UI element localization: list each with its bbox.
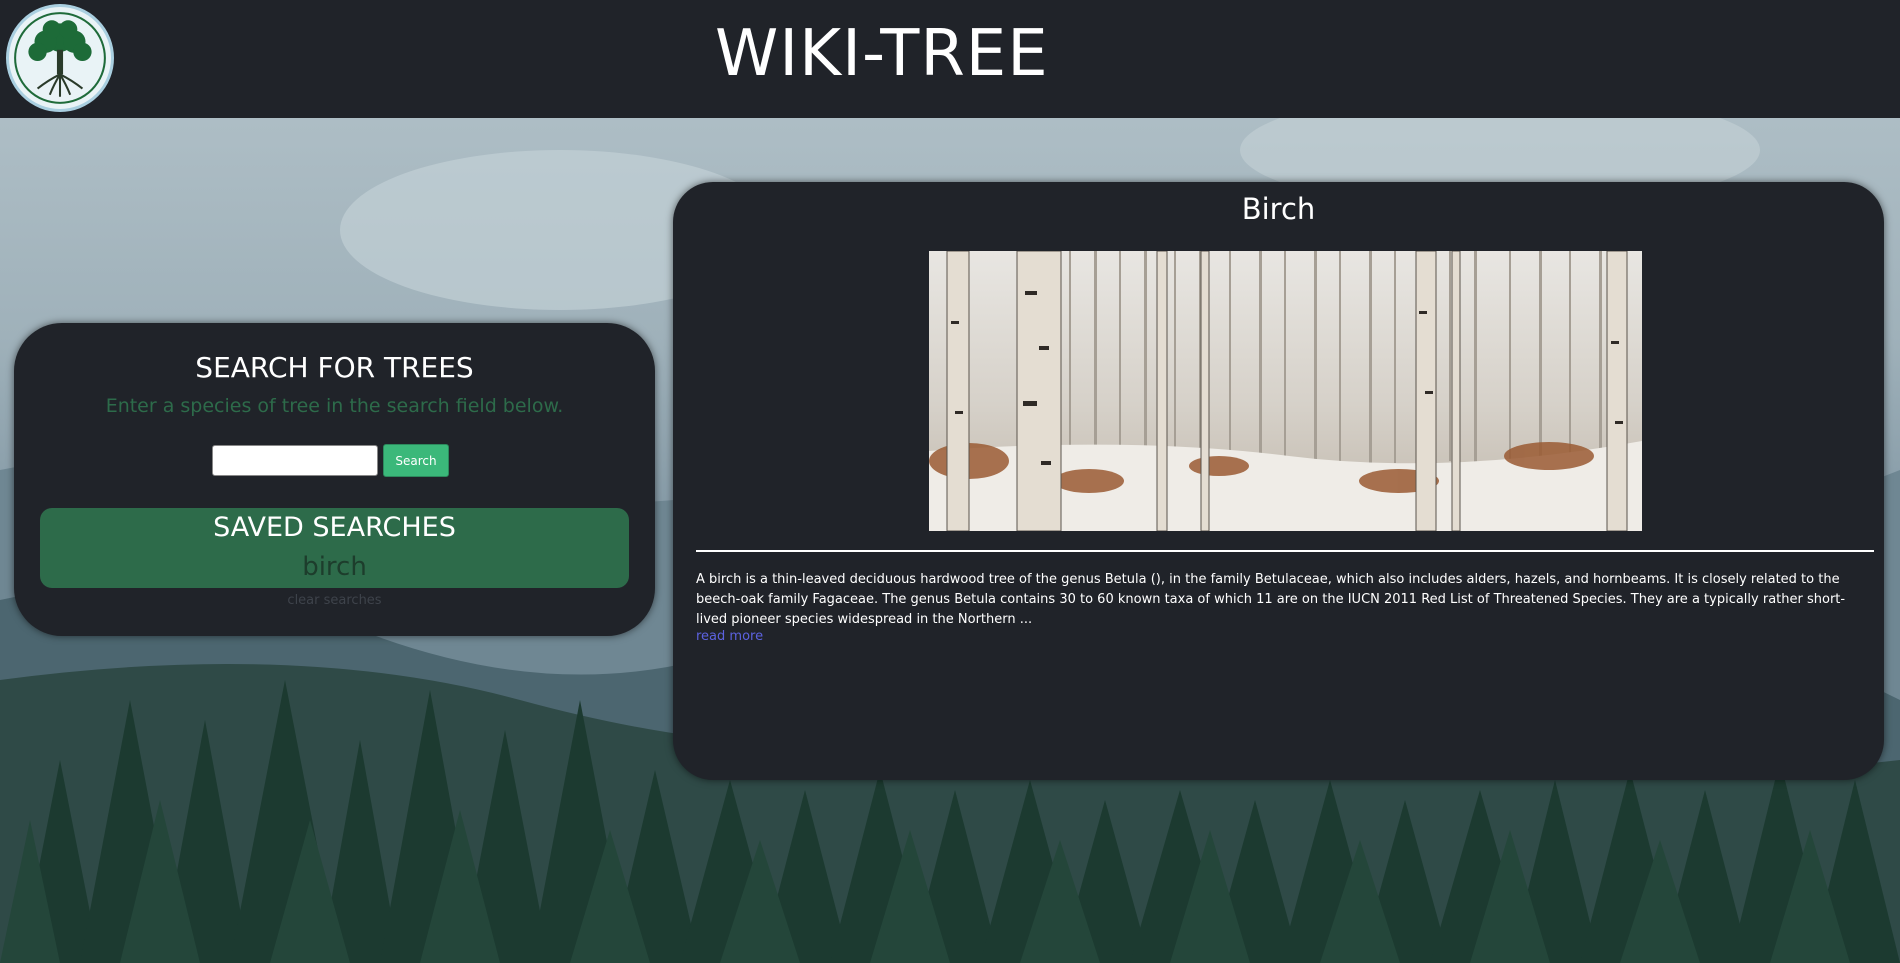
result-title: Birch [1241, 192, 1316, 226]
site-header: WIKI-TREE [0, 0, 1900, 118]
search-panel: SEARCH FOR TREES Enter a species of tree… [14, 323, 655, 636]
site-title: WIKI-TREE [715, 17, 1049, 91]
tree-of-life-logo-icon[interactable] [6, 4, 114, 112]
search-button[interactable]: Search [383, 444, 449, 477]
read-more-link[interactable]: read more [696, 629, 763, 644]
search-heading: SEARCH FOR TREES [195, 351, 474, 384]
saved-search-item[interactable]: birch [40, 552, 629, 582]
saved-searches-panel: SAVED SEARCHES birch [40, 508, 629, 588]
birch-forest-photo [929, 251, 1642, 531]
result-summary: A birch is a thin-leaved deciduous hardw… [696, 572, 1846, 627]
saved-searches-heading: SAVED SEARCHES [213, 512, 456, 543]
search-input[interactable] [212, 445, 378, 476]
clear-searches-link[interactable]: clear searches [14, 593, 655, 608]
result-panel: Birch A birch is a thin-leaved deciduous… [673, 182, 1884, 780]
result-divider [696, 550, 1874, 552]
search-instructions: Enter a species of tree in the search fi… [105, 395, 564, 417]
